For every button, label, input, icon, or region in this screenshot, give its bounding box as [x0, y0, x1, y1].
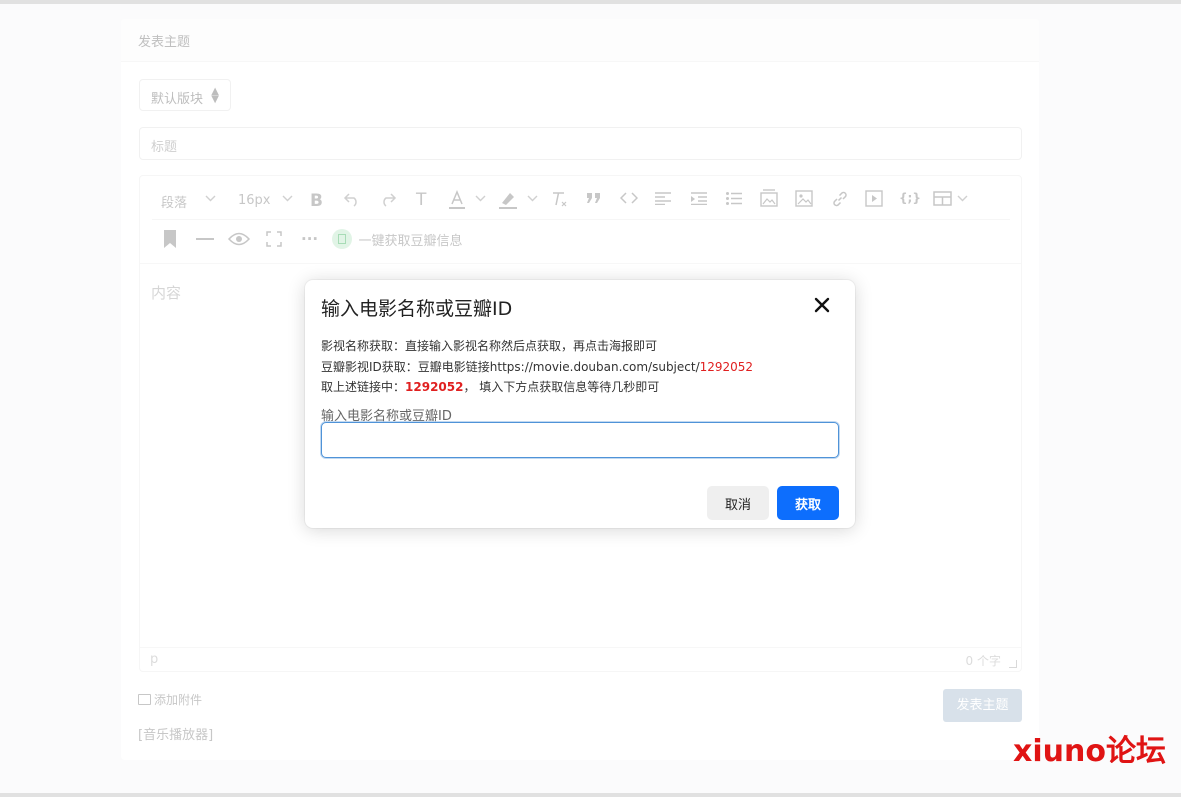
movie-id-input[interactable]	[321, 422, 839, 458]
instruction-line-3-id: 1292052	[405, 380, 464, 394]
xiuno-watermark: xiuno论坛	[1013, 734, 1166, 769]
instruction-line-1: 影视名称获取：直接输入影视名称然后点获取，再点击海报即可	[321, 339, 658, 353]
modal-instructions: 影视名称获取：直接输入影视名称然后点获取，再点击海报即可 豆瓣影视ID获取：豆瓣…	[321, 336, 753, 398]
instruction-line-3: 取上述链接中：1292052， 填入下方点获取信息等待几秒即可	[321, 377, 753, 398]
fetch-button[interactable]: 获取	[777, 486, 839, 520]
instruction-line-3-suffix: ， 填入下方点获取信息等待几秒即可	[463, 380, 660, 394]
douban-modal: 输入电影名称或豆瓣ID 影视名称获取：直接输入影视名称然后点获取，再点击海报即可…	[305, 280, 855, 528]
instruction-line-2-text: 豆瓣影视ID获取：豆瓣电影链接https://movie.douban.com/…	[321, 359, 700, 374]
close-icon[interactable]	[813, 296, 831, 314]
instruction-line-2: 豆瓣影视ID获取：豆瓣电影链接https://movie.douban.com/…	[321, 357, 753, 378]
instruction-line-2-id: 1292052	[699, 359, 754, 374]
cancel-button[interactable]: 取消	[707, 486, 769, 520]
modal-title: 输入电影名称或豆瓣ID	[321, 298, 513, 320]
instruction-line-3-text: 取上述链接中：	[321, 380, 406, 394]
